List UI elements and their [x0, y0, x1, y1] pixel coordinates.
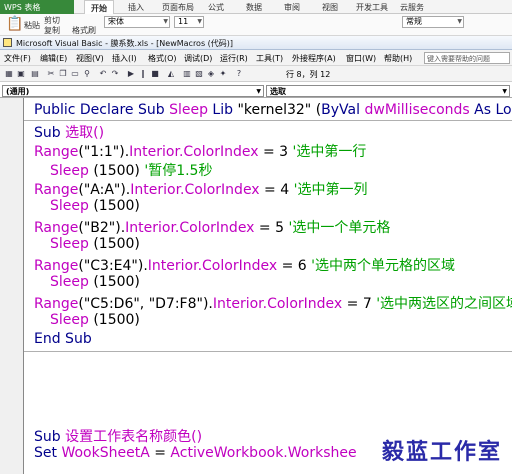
vbe-title-bar: Microsoft Visual Basic - 膜系数.xls - [NewM… — [0, 36, 512, 50]
tab-view[interactable]: 视图 — [322, 2, 338, 13]
code-line: Sleep (1500) — [50, 274, 140, 290]
code-line-declare: Public Declare Sub Sleep Lib "kernel32" … — [34, 102, 512, 118]
insert-module-icon[interactable]: ▣ — [16, 69, 26, 79]
code-line: Sleep (1500) '暂停1.5秒 — [50, 163, 213, 179]
format-painter-button[interactable]: 格式刷 — [72, 25, 96, 36]
tab-developer[interactable]: 开发工具 — [356, 2, 388, 13]
vbe-standard-toolbar: ▦ ▣ ▤ ✂ ❐ ▭ ⚲ ↶ ↷ ▶ ‖ ■ ◭ ▥ ▧ ◈ ✦ ? 行 8，… — [0, 66, 512, 82]
menu-addins[interactable]: 外接程序(A) — [292, 53, 336, 64]
tab-insert[interactable]: 插入 — [128, 2, 144, 13]
wps-tab-bar: WPS 表格 开始 插入 页面布局 公式 数据 审阅 视图 开发工具 云服务 — [0, 0, 512, 14]
code-line: Range("A:A").Interior.ColorIndex = 4 '选中… — [34, 182, 368, 198]
procedure-separator — [24, 120, 512, 121]
reset-icon[interactable]: ■ — [150, 69, 160, 79]
code-line: Range("C3:E4").Interior.ColorIndex = 6 '… — [34, 258, 455, 274]
procedure-separator — [24, 351, 512, 352]
toolbox-icon[interactable]: ✦ — [218, 69, 228, 79]
find-icon[interactable]: ⚲ — [82, 69, 92, 79]
save-icon[interactable]: ▤ — [30, 69, 40, 79]
run-icon[interactable]: ▶ — [126, 69, 136, 79]
project-explorer-icon[interactable]: ▥ — [182, 69, 192, 79]
number-format-select[interactable]: 常规 ▼ — [402, 16, 464, 28]
menu-file[interactable]: 文件(F) — [4, 53, 31, 64]
code-line-set: Set WookSheetA = ActiveWorkbook.Workshee — [34, 445, 357, 461]
watermark-logo: 毅蓝工作室 — [381, 439, 502, 465]
font-size-select[interactable]: 11 ▼ — [174, 16, 204, 28]
paste-icon[interactable]: ▭ — [70, 69, 80, 79]
copy-button[interactable]: 复制 — [44, 25, 60, 36]
menu-run[interactable]: 运行(R) — [220, 53, 248, 64]
tab-page-layout[interactable]: 页面布局 — [162, 2, 194, 13]
menu-window[interactable]: 窗口(W) — [346, 53, 376, 64]
object-select[interactable]: (通用) ▼ — [2, 85, 264, 97]
code-editor[interactable]: Public Declare Sub Sleep Lib "kernel32" … — [24, 98, 512, 474]
paste-button[interactable]: 粘贴 — [24, 20, 40, 31]
tab-cloud[interactable]: 云服务 — [400, 2, 424, 13]
menu-view[interactable]: 视图(V) — [76, 53, 104, 64]
cursor-position: 行 8，列 12 — [286, 70, 331, 79]
menu-debug[interactable]: 调试(D) — [184, 53, 212, 64]
vbe-window-title: Microsoft Visual Basic - 膜系数.xls - [NewM… — [16, 39, 234, 48]
margin-indicator-bar[interactable] — [0, 98, 24, 474]
cut-icon[interactable]: ✂ — [46, 69, 56, 79]
tab-review[interactable]: 审阅 — [284, 2, 300, 13]
code-line-sub1: Sub 选取() — [34, 125, 105, 141]
code-line: Range("C5:D6", "D7:F8").Interior.ColorIn… — [34, 296, 512, 312]
procedure-bar: (通用) ▼ 选取 ▼ — [0, 84, 512, 98]
vbe-menu-bar: 文件(F) 编辑(E) 视图(V) 插入(I) 格式(O) 调试(D) 运行(R… — [0, 50, 512, 66]
code-line: Range("1:1").Interior.ColorIndex = 3 '选中… — [34, 144, 367, 160]
menu-insert[interactable]: 插入(I) — [112, 53, 137, 64]
copy-icon[interactable]: ❐ — [58, 69, 68, 79]
menu-format[interactable]: 格式(O) — [148, 53, 177, 64]
code-line-end-sub: End Sub — [34, 331, 92, 347]
code-line-sub2: Sub 设置工作表名称颜色() — [34, 429, 203, 445]
menu-help[interactable]: 帮助(H) — [384, 53, 412, 64]
tab-data[interactable]: 数据 — [246, 2, 262, 13]
properties-icon[interactable]: ▧ — [194, 69, 204, 79]
code-line: Sleep (1500) — [50, 236, 140, 252]
wps-app-menu[interactable]: WPS 表格 — [0, 0, 74, 14]
view-excel-icon[interactable]: ▦ — [4, 69, 14, 79]
help-icon[interactable]: ? — [234, 69, 244, 79]
paste-icon[interactable]: 📋 — [6, 16, 23, 32]
tab-formula[interactable]: 公式 — [208, 2, 224, 13]
wps-toolbar: 📋 粘贴 剪切 复制 格式刷 宋体 ▼ 11 ▼ 常规 ▼ — [0, 14, 512, 36]
code-line: Sleep (1500) — [50, 198, 140, 214]
object-browser-icon[interactable]: ◈ — [206, 69, 216, 79]
code-line: Sleep (1500) — [50, 312, 140, 328]
menu-tools[interactable]: 工具(T) — [256, 53, 283, 64]
vbe-app-icon — [3, 38, 12, 47]
redo-icon[interactable]: ↷ — [110, 69, 120, 79]
code-line: Range("B2").Interior.ColorIndex = 5 '选中一… — [34, 220, 391, 236]
menu-edit[interactable]: 编辑(E) — [40, 53, 67, 64]
pause-icon[interactable]: ‖ — [138, 69, 148, 79]
undo-icon[interactable]: ↶ — [98, 69, 108, 79]
tab-home[interactable]: 开始 — [84, 0, 114, 14]
procedure-select[interactable]: 选取 ▼ — [266, 85, 510, 97]
design-mode-icon[interactable]: ◭ — [166, 69, 176, 79]
font-name-select[interactable]: 宋体 ▼ — [104, 16, 170, 28]
help-question-input[interactable]: 键入需要帮助的问题 — [424, 52, 510, 64]
